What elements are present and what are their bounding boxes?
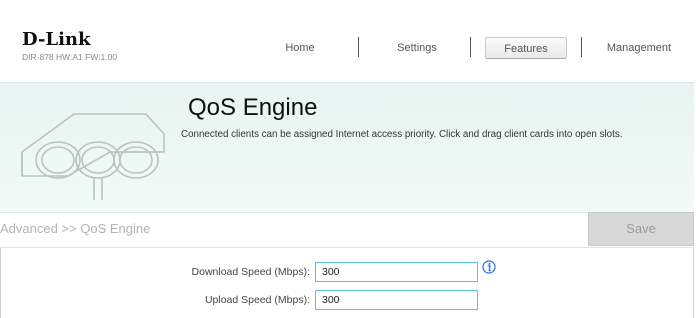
download-speed-input[interactable]: 300 [315,262,478,282]
router-illustration-icon [21,113,165,200]
info-icon[interactable] [482,260,496,274]
nav-separator [358,37,359,57]
page-title: QoS Engine [188,94,318,121]
upload-speed-input[interactable]: 300 [315,290,478,310]
nav-separator [470,37,471,57]
breadcrumb: Advanced >> QoS Engine [0,221,151,236]
save-button[interactable]: Save [588,212,694,246]
header: D-Link DIR-878 HW:A1 FW:1.00 Home Settin… [0,0,694,82]
page-description: Connected clients can be assigned Intern… [181,129,623,140]
nav-features[interactable]: Features [485,37,567,59]
download-speed-label: Download Speed (Mbps): [191,266,310,278]
main-nav: Home Settings Features Management [0,37,694,59]
nav-separator [581,37,582,57]
nav-home[interactable]: Home [270,37,330,59]
upload-speed-label: Upload Speed (Mbps): [204,294,310,306]
nav-management[interactable]: Management [594,37,684,59]
nav-settings[interactable]: Settings [382,37,452,59]
